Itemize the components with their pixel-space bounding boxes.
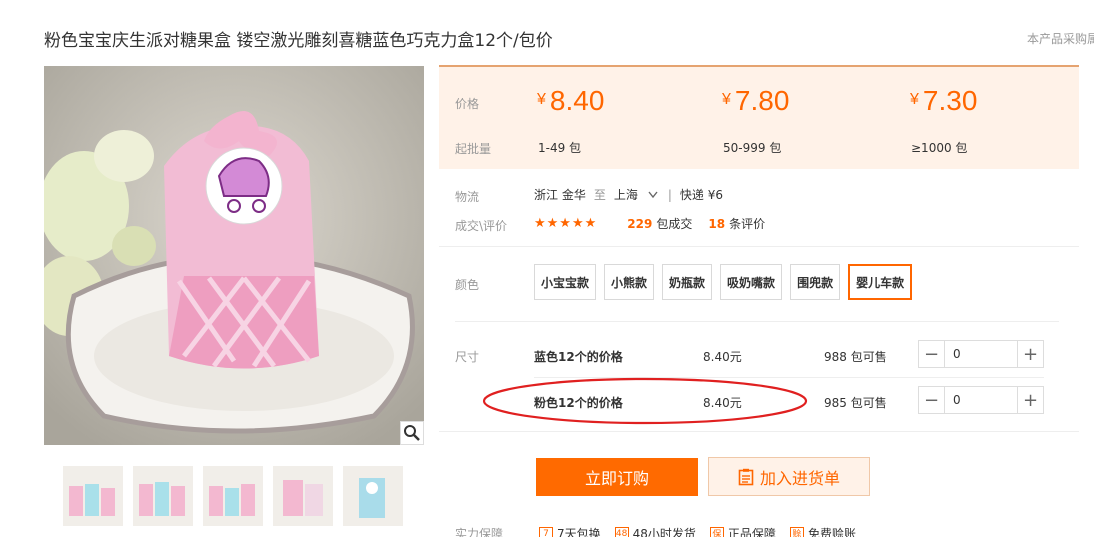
plus-icon[interactable]: + — [1017, 341, 1043, 367]
deals-suffix: 包成交 — [656, 217, 693, 231]
color-option-1[interactable]: 小宝宝款 — [534, 264, 597, 300]
shield-icon: 保 — [709, 526, 724, 537]
add-to-cart-button[interactable]: 加入进货单 — [708, 457, 870, 496]
guarantee-item[interactable]: 7 7天包换 — [539, 525, 601, 537]
thumbnail-2[interactable] — [133, 466, 193, 526]
product-title: 粉色宝宝庆生派对糖果盒 镂空激光雕刻喜糖蓝色巧克力盒12个/包价 — [44, 31, 553, 51]
star-rating-icon: ★★★★★ — [534, 216, 598, 231]
minus-icon[interactable]: − — [919, 341, 945, 367]
deals-count[interactable]: 229 — [627, 217, 652, 231]
seven-day-icon: 7 — [539, 526, 553, 537]
price-tier-1: ¥8.40 — [537, 85, 605, 116]
quantity-stepper: − + — [918, 386, 1044, 414]
main-product-image — [44, 66, 424, 445]
logistics-label: 物流 — [455, 190, 480, 204]
reviews-count[interactable]: 18 — [708, 217, 725, 231]
quantity-input[interactable] — [945, 387, 1005, 413]
price-panel: 价格 起批量 ¥8.40 ¥7.80 ¥7.30 1-49 包 50-999 包… — [439, 65, 1079, 169]
clock-icon: 48 — [614, 526, 629, 537]
thumbnail-5[interactable] — [343, 466, 403, 526]
color-option-4[interactable]: 吸奶嘴款 — [720, 264, 783, 300]
logistics-info: 浙江 金华 至 上海 | 快递 ¥6 — [534, 186, 723, 203]
procurement-note: 本产品采购属 — [1027, 32, 1094, 46]
color-options: 小宝宝款 小熊款 奶瓶款 吸奶嘴款 围兜款 婴儿车款 — [534, 264, 913, 300]
divider — [455, 321, 1059, 322]
guarantee-item[interactable]: 保正品保障 — [709, 525, 776, 537]
divider — [439, 431, 1079, 432]
sku-stock: 988 包可售 — [824, 350, 887, 364]
buy-now-button[interactable]: 立即订购 — [536, 458, 698, 496]
quantity-input[interactable] — [945, 341, 1005, 367]
price-label: 价格 — [455, 97, 480, 111]
sku-name: 蓝色12个的价格 — [534, 350, 623, 364]
reviews-label: 成交\评价 — [455, 219, 508, 233]
annotation-ellipse — [482, 377, 808, 425]
divider — [439, 246, 1079, 247]
moq-tier-3: ≥1000 包 — [911, 141, 968, 155]
ship-destination-select[interactable]: 上海 — [614, 186, 658, 203]
color-option-2[interactable]: 小熊款 — [604, 264, 655, 300]
moq-tier-1: 1-49 包 — [538, 141, 582, 155]
reviews-suffix: 条评价 — [729, 217, 766, 231]
thumbnail-4[interactable] — [273, 466, 333, 526]
rating-row: ★★★★★ 229 包成交 18 条评价 — [534, 215, 765, 232]
sku-row: 蓝色12个的价格 8.40元 988 包可售 − + — [534, 340, 1044, 372]
plus-icon[interactable]: + — [1017, 387, 1043, 413]
thumbnail-1[interactable] — [63, 466, 123, 526]
chevron-down-icon — [648, 191, 658, 198]
moq-label: 起批量 — [455, 142, 492, 156]
list-icon — [738, 468, 754, 485]
price-tier-3: ¥7.30 — [910, 85, 978, 116]
add-to-cart-label: 加入进货单 — [759, 468, 840, 488]
guarantee-item[interactable]: 赊免费赊账 — [789, 525, 856, 537]
guarantee-label: 实力保障 — [455, 527, 504, 537]
sku-stock: 985 包可售 — [824, 396, 887, 410]
moq-tier-2: 50-999 包 — [723, 141, 782, 155]
ship-origin: 浙江 金华 — [534, 188, 586, 202]
price-tier-2: ¥7.80 — [722, 85, 790, 116]
size-label: 尺寸 — [455, 350, 480, 364]
minus-icon[interactable]: − — [919, 387, 945, 413]
quantity-stepper: − + — [918, 340, 1044, 368]
guarantee-item[interactable]: 48 48小时发货 — [614, 525, 696, 537]
color-option-3[interactable]: 奶瓶款 — [662, 264, 713, 300]
sku-price: 8.40元 — [703, 350, 742, 364]
thumbnail-strip — [63, 466, 403, 526]
color-option-6[interactable]: 婴儿车款 — [848, 264, 913, 300]
color-option-5[interactable]: 围兜款 — [790, 264, 841, 300]
zoom-icon[interactable] — [400, 421, 424, 445]
credit-icon: 赊 — [789, 526, 804, 537]
ship-to: 至 — [593, 188, 606, 202]
express-fee: 快递 ¥6 — [679, 188, 723, 202]
guarantee-row: 实力保障 7 7天包换 48 48小时发货 保正品保障 赊免费赊账 — [455, 525, 856, 537]
color-label: 颜色 — [455, 278, 480, 292]
thumbnail-3[interactable] — [203, 466, 263, 526]
